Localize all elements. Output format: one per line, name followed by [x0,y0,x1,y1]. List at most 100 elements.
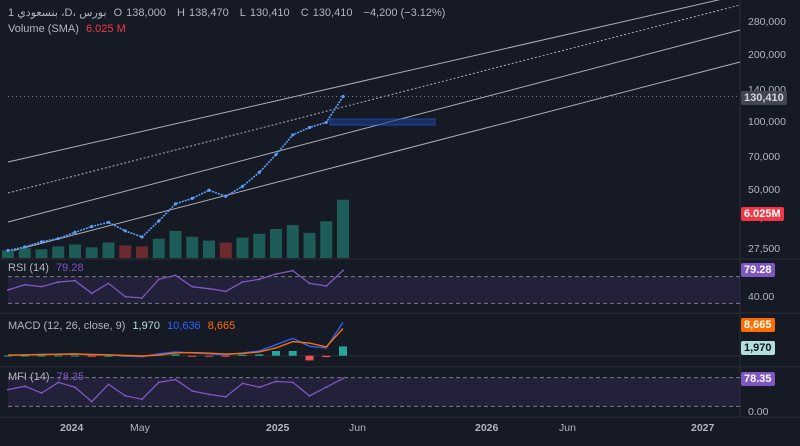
macd-hist-bar [221,355,230,357]
price-point [39,240,44,244]
volume-bar [303,232,316,258]
signal-value: 8,665 [207,320,236,332]
mfi-point [40,391,43,394]
volume-bar [35,249,48,258]
volume-bar [286,225,299,258]
mfi-band [8,377,740,407]
rsi-point [23,283,26,286]
rsi-point [157,278,160,281]
time-axis-label: 2027 [691,422,715,434]
volume-label[interactable]: Volume (SMA) [8,23,79,35]
macd-hist-bar [255,354,264,356]
mfi-point [191,390,194,393]
time-axis-label: May [130,422,150,434]
rsi-axis-tick: 40.00 [748,291,775,303]
time-axis-label: Jun [349,422,366,434]
price-point [140,235,144,239]
rsi-point [224,290,227,293]
channel-line-3 [7,61,741,253]
price-axis-tick: 27,500 [748,242,781,255]
macd-hist-bar [37,355,46,357]
time-axis-label: 2025 [266,422,290,434]
price-point [23,245,27,249]
macd-hist-bar [339,346,347,356]
volume-bar [186,236,199,258]
price-point [190,196,194,200]
time-axis-label: 2026 [475,422,499,434]
macd-hist-bar [322,355,331,358]
volume-bar [152,238,165,258]
mfi-point [157,381,160,384]
macd-hist-bar [54,355,63,357]
volume-value: 6.025 M [85,23,126,35]
rsi-point [107,282,110,285]
volume-bar [119,245,132,258]
mfi-point [224,395,227,398]
open-value: O 138,000 [113,7,166,19]
mfi-point [23,385,26,388]
time-axis-label: Jun [559,422,576,434]
price-point [291,133,295,137]
price-axis-tick: 50,000 [748,184,781,197]
change-value: −4,200 (−3.12%) [363,7,446,19]
mfi-point [7,388,9,391]
rsi-legend: RSI (14) 79.28 [8,262,88,274]
rsi-point [258,278,261,281]
mfi-axis-tick: 0.00 [748,406,769,418]
volume-legend: Volume (SMA) 6.025 M [8,23,130,35]
macd-hist-bar [272,351,280,356]
rsi-label[interactable]: RSI (14) [8,262,49,274]
mfi-point [90,400,93,403]
time-axis-label: 2024 [60,422,84,434]
macd-hist-tag: 1,970 [741,341,775,355]
price-point [307,125,312,130]
price-point [207,188,211,192]
macd-hist-bar [238,354,247,356]
macd-label[interactable]: MACD (12, 26, close, 9) [8,320,125,332]
mfi-point [124,394,127,397]
mfi-point [208,393,210,396]
volume-bar [85,247,98,258]
volume-bar [136,246,148,258]
symbol-label[interactable]: 1 بنسعودي ،D، بورس [8,7,107,19]
mfi-point [291,381,294,384]
volume-bar [169,230,182,258]
macd-hist-bar [87,355,96,357]
channel-line-2 [7,29,741,223]
low-value: L 130,410 [239,7,290,19]
rsi-point [275,273,277,275]
macd-signal-tag: 8,665 [741,318,775,332]
rsi-point [40,285,43,288]
macd-hist-bar [288,351,297,356]
price-point [90,224,94,229]
price-point [274,152,278,157]
legend-header: 1 بنسعودي ،D، بورس O 138,000 H 138,470 L 13… [8,6,449,19]
price-axis-tick: 280,000 [748,15,786,28]
volume-bar [18,248,31,258]
macd-hist-bar [205,355,213,357]
macd-hist-bar [171,354,180,356]
volume-bar [253,233,266,258]
mfi-point [74,386,76,389]
volume-bar [219,242,232,258]
close-value: C 130,410 [300,7,353,19]
mfi-legend: MFI (14) 78.35 [8,371,88,383]
price-axis-tick: 70,000 [748,151,781,164]
mfi-point [325,386,328,389]
mfi-tag: 78.35 [741,372,775,386]
price-point [157,219,161,223]
volume-bar [52,246,65,258]
chart-canvas[interactable] [0,0,800,446]
volume-tag: 6.025M [741,207,784,221]
mfi-value: 78.35 [56,371,85,383]
rsi-point [141,297,143,299]
volume-bar [69,244,81,258]
price-axis-tick: 200,000 [748,48,786,61]
mfi-point [141,398,143,401]
mfi-label[interactable]: MFI (14) [8,371,50,383]
mfi-point [258,386,261,389]
rsi-point [241,281,244,283]
rsi-tag: 79.28 [741,263,775,277]
volume-bar [203,240,215,258]
macd-hist-bar [305,355,314,361]
